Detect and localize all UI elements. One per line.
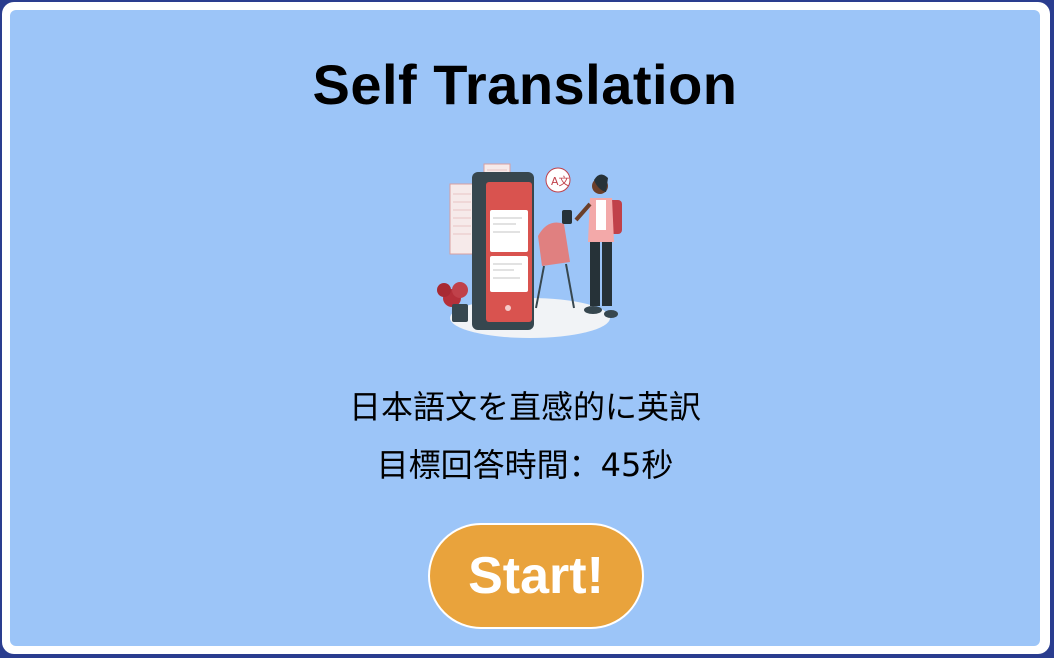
translation-illustration: A文 (430, 158, 630, 348)
translation-app-illustration-icon: A文 (437, 163, 622, 338)
intro-card: Self Translation A文 日本語文を直感的に英訳 目標回答時間：4… (10, 10, 1040, 646)
card-frame: Self Translation A文 日本語文を直感的に英訳 目標回答時間：4… (2, 2, 1050, 654)
description-line-2: 目標回答時間：45秒 (376, 446, 674, 484)
app-window: Self Translation A文 日本語文を直感的に英訳 目標回答時間：4… (0, 0, 1054, 658)
svg-text:A文: A文 (551, 174, 570, 188)
start-button[interactable]: Start! (428, 523, 644, 629)
page-title: Self Translation (312, 53, 738, 116)
description-line-1: 日本語文を直感的に英訳 (348, 388, 701, 426)
